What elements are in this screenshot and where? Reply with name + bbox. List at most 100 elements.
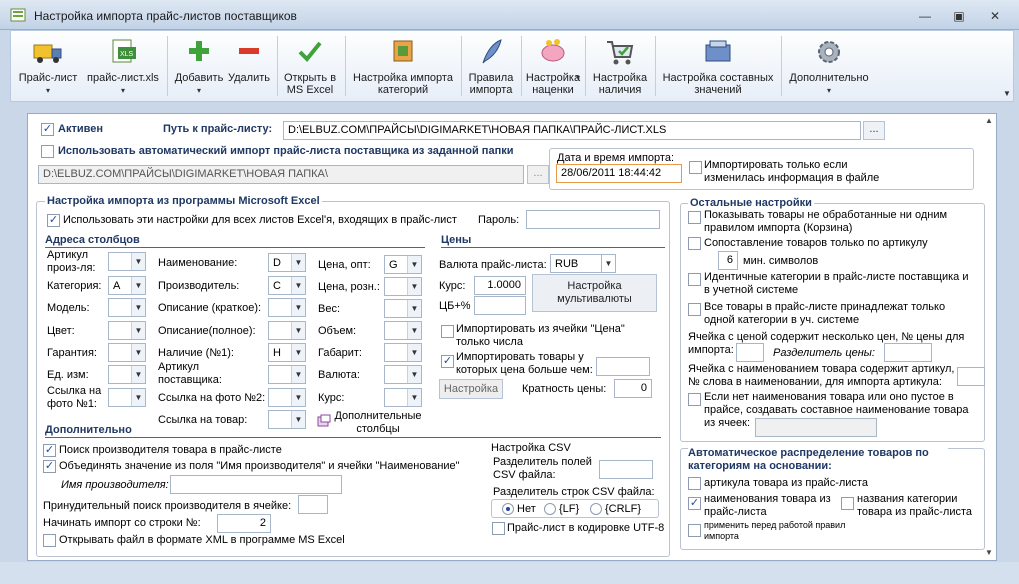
toolbar-rules-button[interactable]: Правила импорта: [463, 31, 519, 101]
category-column-select[interactable]: A ▼: [108, 276, 146, 295]
browse-path-button[interactable]: ...: [863, 121, 885, 140]
color-column-select[interactable]: ▼: [108, 321, 146, 340]
toolbar-label: Добавить: [174, 72, 224, 84]
price-greater-checkbox[interactable]: ✓: [441, 355, 454, 368]
photo-link-column-select[interactable]: ▼: [108, 388, 146, 407]
name-article-input[interactable]: [957, 367, 985, 386]
csv-lf-radio[interactable]: [544, 503, 556, 515]
password-label: Пароль:: [478, 214, 520, 226]
by-name-checkbox[interactable]: ✓: [688, 497, 701, 510]
min-symbols-input[interactable]: 6: [718, 251, 738, 270]
name-column-select[interactable]: D ▼: [268, 253, 306, 272]
toolbar-composite-button[interactable]: Настройка составных значений: [657, 31, 779, 101]
csv-field-sep-input[interactable]: [599, 460, 653, 479]
utf8-checkbox[interactable]: [492, 522, 505, 535]
toolbar-more-button[interactable]: Дополнительно ▾: [783, 31, 875, 101]
scroll-up-icon[interactable]: ▲: [983, 116, 995, 126]
chevron-down-icon: ▾: [196, 86, 201, 95]
check-icon: [298, 41, 322, 62]
toolbar-separator: [345, 36, 346, 96]
identical-categories-checkbox[interactable]: [688, 273, 701, 286]
auto-import-checkbox[interactable]: [41, 145, 54, 158]
categories-icon: [393, 40, 413, 62]
price-separator-input[interactable]: [884, 343, 932, 362]
match-article-checkbox[interactable]: [688, 237, 701, 250]
apply-before-rules-checkbox[interactable]: [688, 524, 701, 537]
by-category-names-checkbox[interactable]: [841, 497, 854, 510]
toolbar-overflow-icon[interactable]: ▼: [1003, 89, 1011, 98]
price-greater-input[interactable]: [596, 357, 650, 376]
by-article-checkbox[interactable]: [688, 477, 701, 490]
csv-crlf-radio[interactable]: [590, 503, 602, 515]
toolbar-markup-button[interactable]: Настройка наценки ▾: [523, 31, 583, 101]
rate-label: Курс:: [318, 392, 345, 404]
by-category-names-label: названия категории товара из прайс-листа: [857, 493, 973, 518]
toolbar-label: Правила импорта: [468, 72, 514, 96]
volume-column-select[interactable]: ▼: [384, 321, 422, 340]
forced-search-input[interactable]: [298, 495, 328, 514]
cb-percent-input[interactable]: [474, 296, 526, 315]
chevron-down-icon: ▼: [291, 389, 305, 406]
toolbar-availability-button[interactable]: Настройка наличия: [587, 31, 653, 101]
password-input[interactable]: [526, 210, 660, 229]
scroll-down-icon[interactable]: ▼: [983, 548, 995, 558]
toolbar-xls-button[interactable]: XLS прайс-лист.xls ▾: [83, 31, 163, 101]
desc-full-column-select[interactable]: ▼: [268, 321, 306, 340]
model-column-select[interactable]: ▼: [108, 298, 146, 317]
currency-column-select[interactable]: ▼: [384, 365, 422, 384]
article-column-select[interactable]: ▼: [108, 252, 146, 271]
article-label: Артикул произ-ля:: [47, 249, 96, 274]
minimize-button[interactable]: —: [916, 8, 934, 24]
toolbar-price-list-button[interactable]: Прайс-лист ▾: [15, 31, 81, 101]
supplier-article-label: Артикул поставщика:: [158, 361, 222, 386]
close-button[interactable]: ✕: [986, 8, 1004, 24]
manufacturer-name-input[interactable]: [170, 475, 342, 494]
manufacturer-column-select[interactable]: C ▼: [268, 276, 306, 295]
toolbar-label: Настройка импорта категорий: [353, 72, 453, 96]
one-category-checkbox[interactable]: [688, 303, 701, 316]
chevron-down-icon: ▼: [407, 366, 421, 383]
only-changed-checkbox[interactable]: [689, 161, 702, 174]
toolbar-open-excel-button[interactable]: Открыть в MS Excel: [279, 31, 341, 101]
availability-column-select[interactable]: H ▼: [268, 343, 306, 362]
supplier-article-column-select[interactable]: ▼: [268, 365, 306, 384]
import-datetime-input[interactable]: 28/06/2011 18:44:42: [556, 164, 682, 183]
merge-name-checkbox[interactable]: ✓: [43, 460, 56, 473]
warranty-column-select[interactable]: ▼: [108, 343, 146, 362]
price-retail-column-select[interactable]: ▼: [384, 277, 422, 296]
unit-column-select[interactable]: ▼: [108, 365, 146, 384]
other-settings-title: Остальные настройки: [688, 197, 814, 209]
composite-name-input[interactable]: [755, 418, 877, 437]
chevron-down-icon: ▼: [131, 366, 145, 383]
rate-input[interactable]: 1.0000: [474, 276, 526, 295]
show-unprocessed-checkbox[interactable]: [688, 211, 701, 224]
dimensions-column-select[interactable]: ▼: [384, 343, 422, 362]
active-checkbox[interactable]: ✓: [41, 123, 54, 136]
weight-column-select[interactable]: ▼: [384, 299, 422, 318]
use-for-all-sheets-checkbox[interactable]: ✓: [47, 214, 60, 227]
find-manufacturer-checkbox[interactable]: ✓: [43, 444, 56, 457]
multiplicity-input[interactable]: 0: [614, 379, 652, 398]
auto-import-folder-input[interactable]: D:\ELBUZ.COM\ПРАЙСЫ\DIGIMARKET\НОВАЯ ПАП…: [38, 165, 524, 184]
browse-folder-button[interactable]: ...: [527, 165, 549, 184]
currency-select[interactable]: RUB ▼: [550, 254, 616, 273]
price-setting-button[interactable]: Настройка: [439, 379, 503, 399]
price-list-path-input[interactable]: D:\ELBUZ.COM\ПРАЙСЫ\DIGIMARKET\НОВАЯ ПАП…: [283, 121, 861, 140]
toolbar-add-button[interactable]: Добавить ▾: [171, 31, 227, 101]
price-opt-column-select[interactable]: G ▼: [384, 255, 422, 274]
only-changed-label: Импортировать только если изменилась инф…: [704, 159, 880, 184]
start-row-input[interactable]: 2: [217, 514, 271, 533]
composite-name-checkbox[interactable]: [688, 393, 701, 406]
csv-none-radio[interactable]: [502, 503, 514, 515]
multi-price-input[interactable]: [736, 343, 764, 362]
multi-currency-button[interactable]: Настройка мультивалюты: [532, 274, 657, 312]
toolbar-categories-button[interactable]: Настройка импорта категорий: [347, 31, 459, 101]
numbers-only-checkbox[interactable]: [441, 325, 454, 338]
maximize-button[interactable]: ▣: [950, 8, 968, 24]
desc-short-column-select[interactable]: ▼: [268, 298, 306, 317]
availability-label: Наличие (№1):: [158, 347, 234, 359]
toolbar-delete-button[interactable]: Удалить: [225, 31, 273, 101]
rate-column-select[interactable]: ▼: [384, 388, 422, 407]
photo-link2-column-select[interactable]: ▼: [268, 388, 306, 407]
xml-open-checkbox[interactable]: [43, 534, 56, 547]
